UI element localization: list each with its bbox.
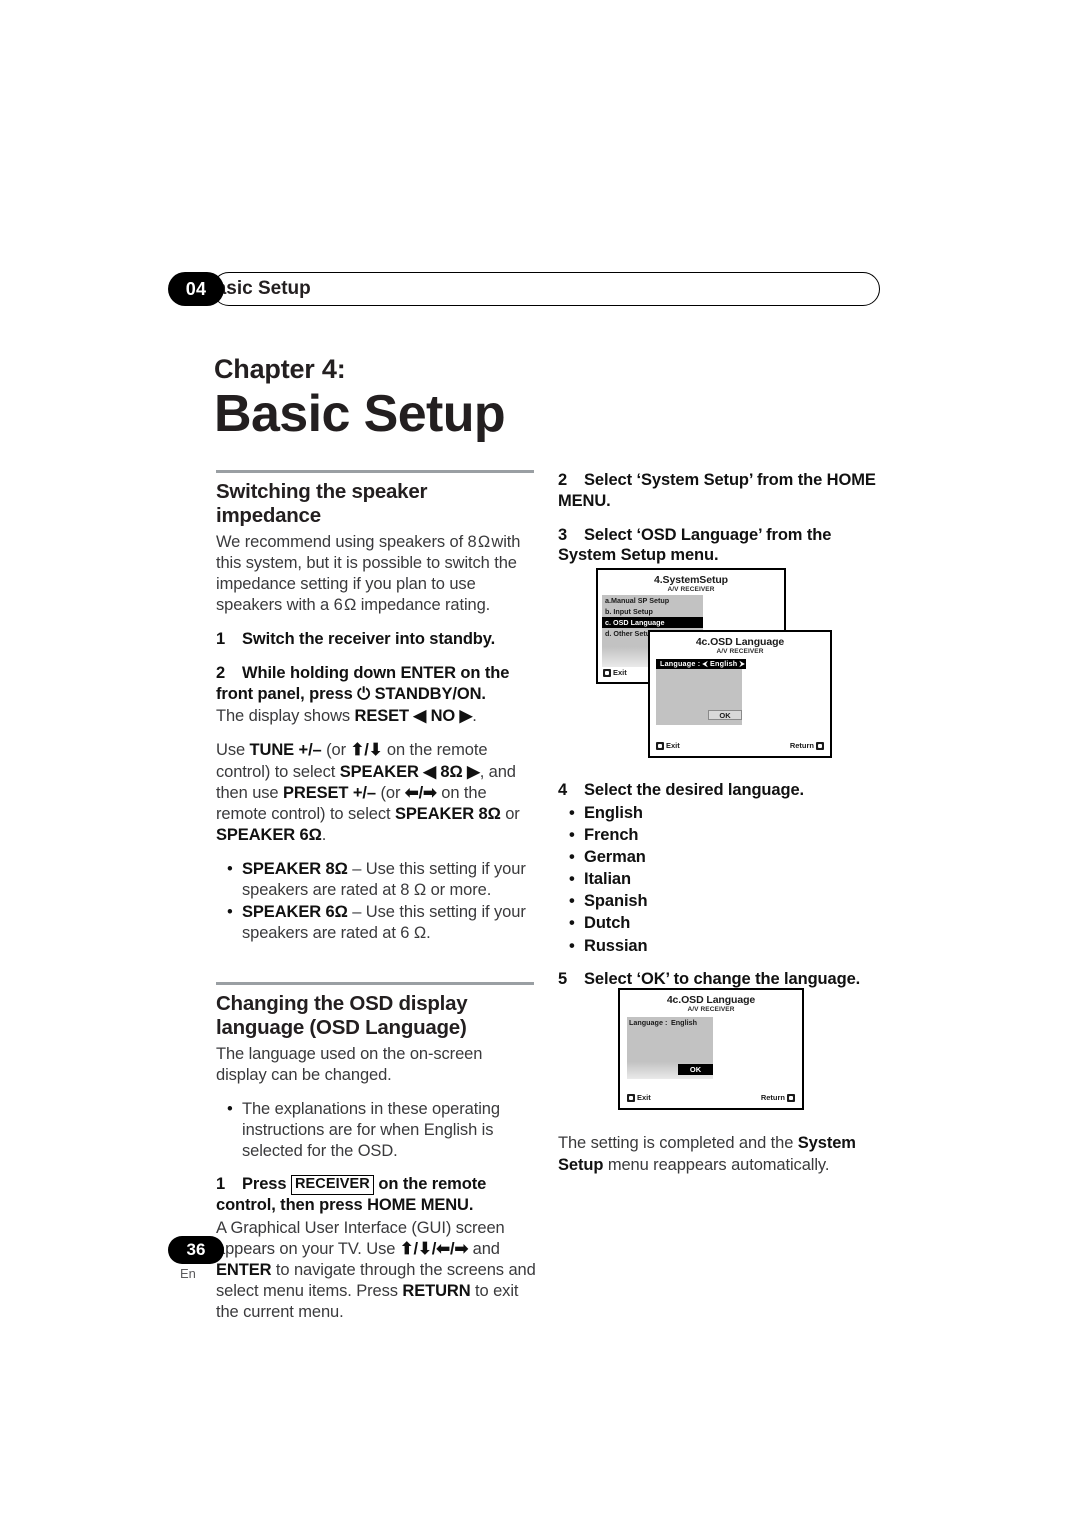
exit-label: Exit — [637, 1093, 651, 1102]
section-heading-speaker-impedance: Switching the speaker impedance — [216, 480, 428, 527]
step-text: Select the desired language. — [584, 781, 805, 800]
step-2-body: The display shows RESET ◀ NO ▶. — [216, 707, 477, 726]
step-2-select-system-setup: 2 Select ‘System Setup’ from the HOME MEN… — [558, 470, 878, 512]
osd-exit-control[interactable]: Exit — [627, 1093, 651, 1102]
osd-language-label: Language : — [629, 1018, 668, 1027]
exit-button-icon — [627, 1093, 635, 1102]
osd-language-selector-row[interactable]: Language : ⮜ English ⮞ — [656, 659, 746, 669]
exit-button-icon — [656, 741, 664, 750]
list-item: Dutch — [569, 913, 878, 934]
step-number: 1 — [216, 1175, 226, 1194]
return-label: Return — [760, 1093, 785, 1102]
language-options-list: English French German Italian Spanish Du… — [558, 803, 878, 957]
osd-subtitle: A/V RECEIVER — [687, 1006, 735, 1013]
osd-language-intro: The language used on the on-screen displ… — [216, 1044, 483, 1085]
heading-line-1: Changing the OSD display — [216, 992, 468, 1016]
step-text: Select ‘OK’ to change the language. — [584, 969, 861, 988]
osd-language-note: The explanations in these operating inst… — [216, 1099, 536, 1162]
step-number: 2 — [558, 471, 568, 489]
list-item: The explanations in these operating inst… — [227, 1099, 536, 1162]
osd-return-control[interactable]: Return — [790, 741, 824, 750]
page-number-badge: 36 — [168, 1236, 224, 1264]
section-heading-osd-language: Changing the OSD display language (OSD L… — [216, 992, 536, 1040]
osd-ok-label: OK — [719, 710, 731, 720]
step-number: 1 — [216, 629, 226, 648]
closing-paragraph: The setting is completed and the System … — [558, 1134, 856, 1174]
step-2-hold-enter: 2 While holding down ENTER on the front p… — [216, 663, 510, 703]
step-pre: Press — [242, 1175, 287, 1194]
exit-button-icon — [603, 668, 611, 677]
list-item: SPEAKER 6Ω – Use this setting if your sp… — [227, 902, 536, 944]
step-5-select-ok: 5 Select ‘OK’ to change the language. — [558, 969, 878, 990]
running-header: 04 Basic Setup — [168, 272, 880, 306]
return-label: Return — [789, 741, 814, 750]
step-1-switch-standby: 1 Switch the receiver into standby. — [216, 629, 536, 650]
step-number: 5 — [558, 969, 568, 988]
closing-bold-term: System Setup — [558, 1134, 856, 1174]
section-rule — [216, 470, 534, 473]
list-item: English — [569, 803, 878, 824]
return-button-icon — [816, 741, 824, 750]
osd-ok-label: OK — [689, 1065, 702, 1074]
list-item: Russian — [569, 936, 878, 957]
speaker-impedance-intro: We recommend using speakers of 8 Ω with … — [216, 532, 521, 614]
osd-title: 4c.OSD Language — [695, 636, 785, 648]
osd-subtitle: A/V RECEIVER — [716, 648, 764, 655]
speaker-impedance-options: SPEAKER 8Ω – Use this setting if your sp… — [216, 859, 536, 944]
osd-menu-item-osd-language[interactable]: c. OSD Language — [602, 617, 703, 629]
step-text: Select ‘OSD Language’ from the System Se… — [558, 525, 832, 565]
osd-menu-item-input-setup[interactable]: b. Input Setup — [602, 606, 703, 617]
osd-ok-button[interactable]: OK — [708, 710, 742, 720]
list-item: SPEAKER 8Ω – Use this setting if your sp… — [227, 859, 536, 901]
step-text: Switch the receiver into standby. — [242, 629, 496, 648]
section-rule — [216, 982, 534, 986]
list-item: German — [569, 847, 878, 868]
osd-exit-control[interactable]: Exit — [656, 741, 680, 750]
chapter-eyebrow: Chapter 4: — [214, 354, 346, 384]
step-number: 4 — [558, 781, 568, 800]
osd-screen-osd-language-select: 4c.OSD Language A/V RECEIVER Language : … — [648, 630, 832, 758]
osd-ok-button[interactable]: OK — [678, 1064, 713, 1075]
step-number: 2 — [216, 663, 226, 682]
osd-title: 4.SystemSetup — [654, 574, 728, 586]
step-3-select-osd-language: 3 Select ‘OSD Language’ from the System S… — [558, 525, 878, 567]
list-item: Spanish — [569, 891, 878, 912]
header-pill — [212, 272, 880, 306]
page-title: Basic Setup — [214, 385, 506, 444]
step-1-press-receiver: 1 Press RECEIVER on the remote control, t… — [216, 1174, 536, 1216]
step-1-body-gui: A Graphical User Interface (GUI) screen … — [216, 1219, 536, 1322]
osd-menu-item-manual-sp-setup[interactable]: a.Manual SP Setup — [602, 595, 703, 606]
option-term: SPEAKER 8Ω — [242, 859, 348, 878]
exit-label: Exit — [613, 668, 627, 677]
option-term: SPEAKER 6Ω — [242, 903, 348, 922]
osd-language-row-text: Language : ⮜ English ⮞ — [660, 659, 745, 668]
osd-screen-osd-language-confirm: 4c.OSD Language A/V RECEIVER Language : … — [618, 988, 804, 1110]
step-number: 3 — [558, 525, 568, 544]
osd-return-control[interactable]: Return — [761, 1093, 795, 1102]
heading-line-2: language (OSD Language) — [216, 1016, 467, 1040]
osd-subtitle: A/V RECEIVER — [667, 586, 715, 593]
chapter-title-block: Chapter 4: Basic Setup — [214, 355, 854, 444]
list-item: French — [569, 825, 878, 846]
return-button-icon — [787, 1093, 795, 1102]
step-4-select-language: 4 Select the desired language. — [558, 780, 878, 801]
tune-preset-instructions: Use TUNE +/– (or ⬆/⬇ on the remote contr… — [216, 741, 520, 844]
osd-language-value: English — [671, 1018, 697, 1027]
page-language-code: En — [180, 1266, 196, 1281]
osd-title: 4c.OSD Language — [666, 994, 756, 1006]
receiver-key-button[interactable]: RECEIVER — [290, 1175, 374, 1195]
step-text: Select ‘System Setup’ from the HOME MENU… — [558, 471, 876, 510]
chapter-number-tab: 04 — [168, 272, 224, 306]
osd-exit-control[interactable]: Exit — [603, 668, 627, 677]
list-item: Italian — [569, 869, 878, 890]
exit-label: Exit — [666, 741, 680, 750]
left-column: Switching the speaker impedance We recom… — [216, 470, 536, 1337]
